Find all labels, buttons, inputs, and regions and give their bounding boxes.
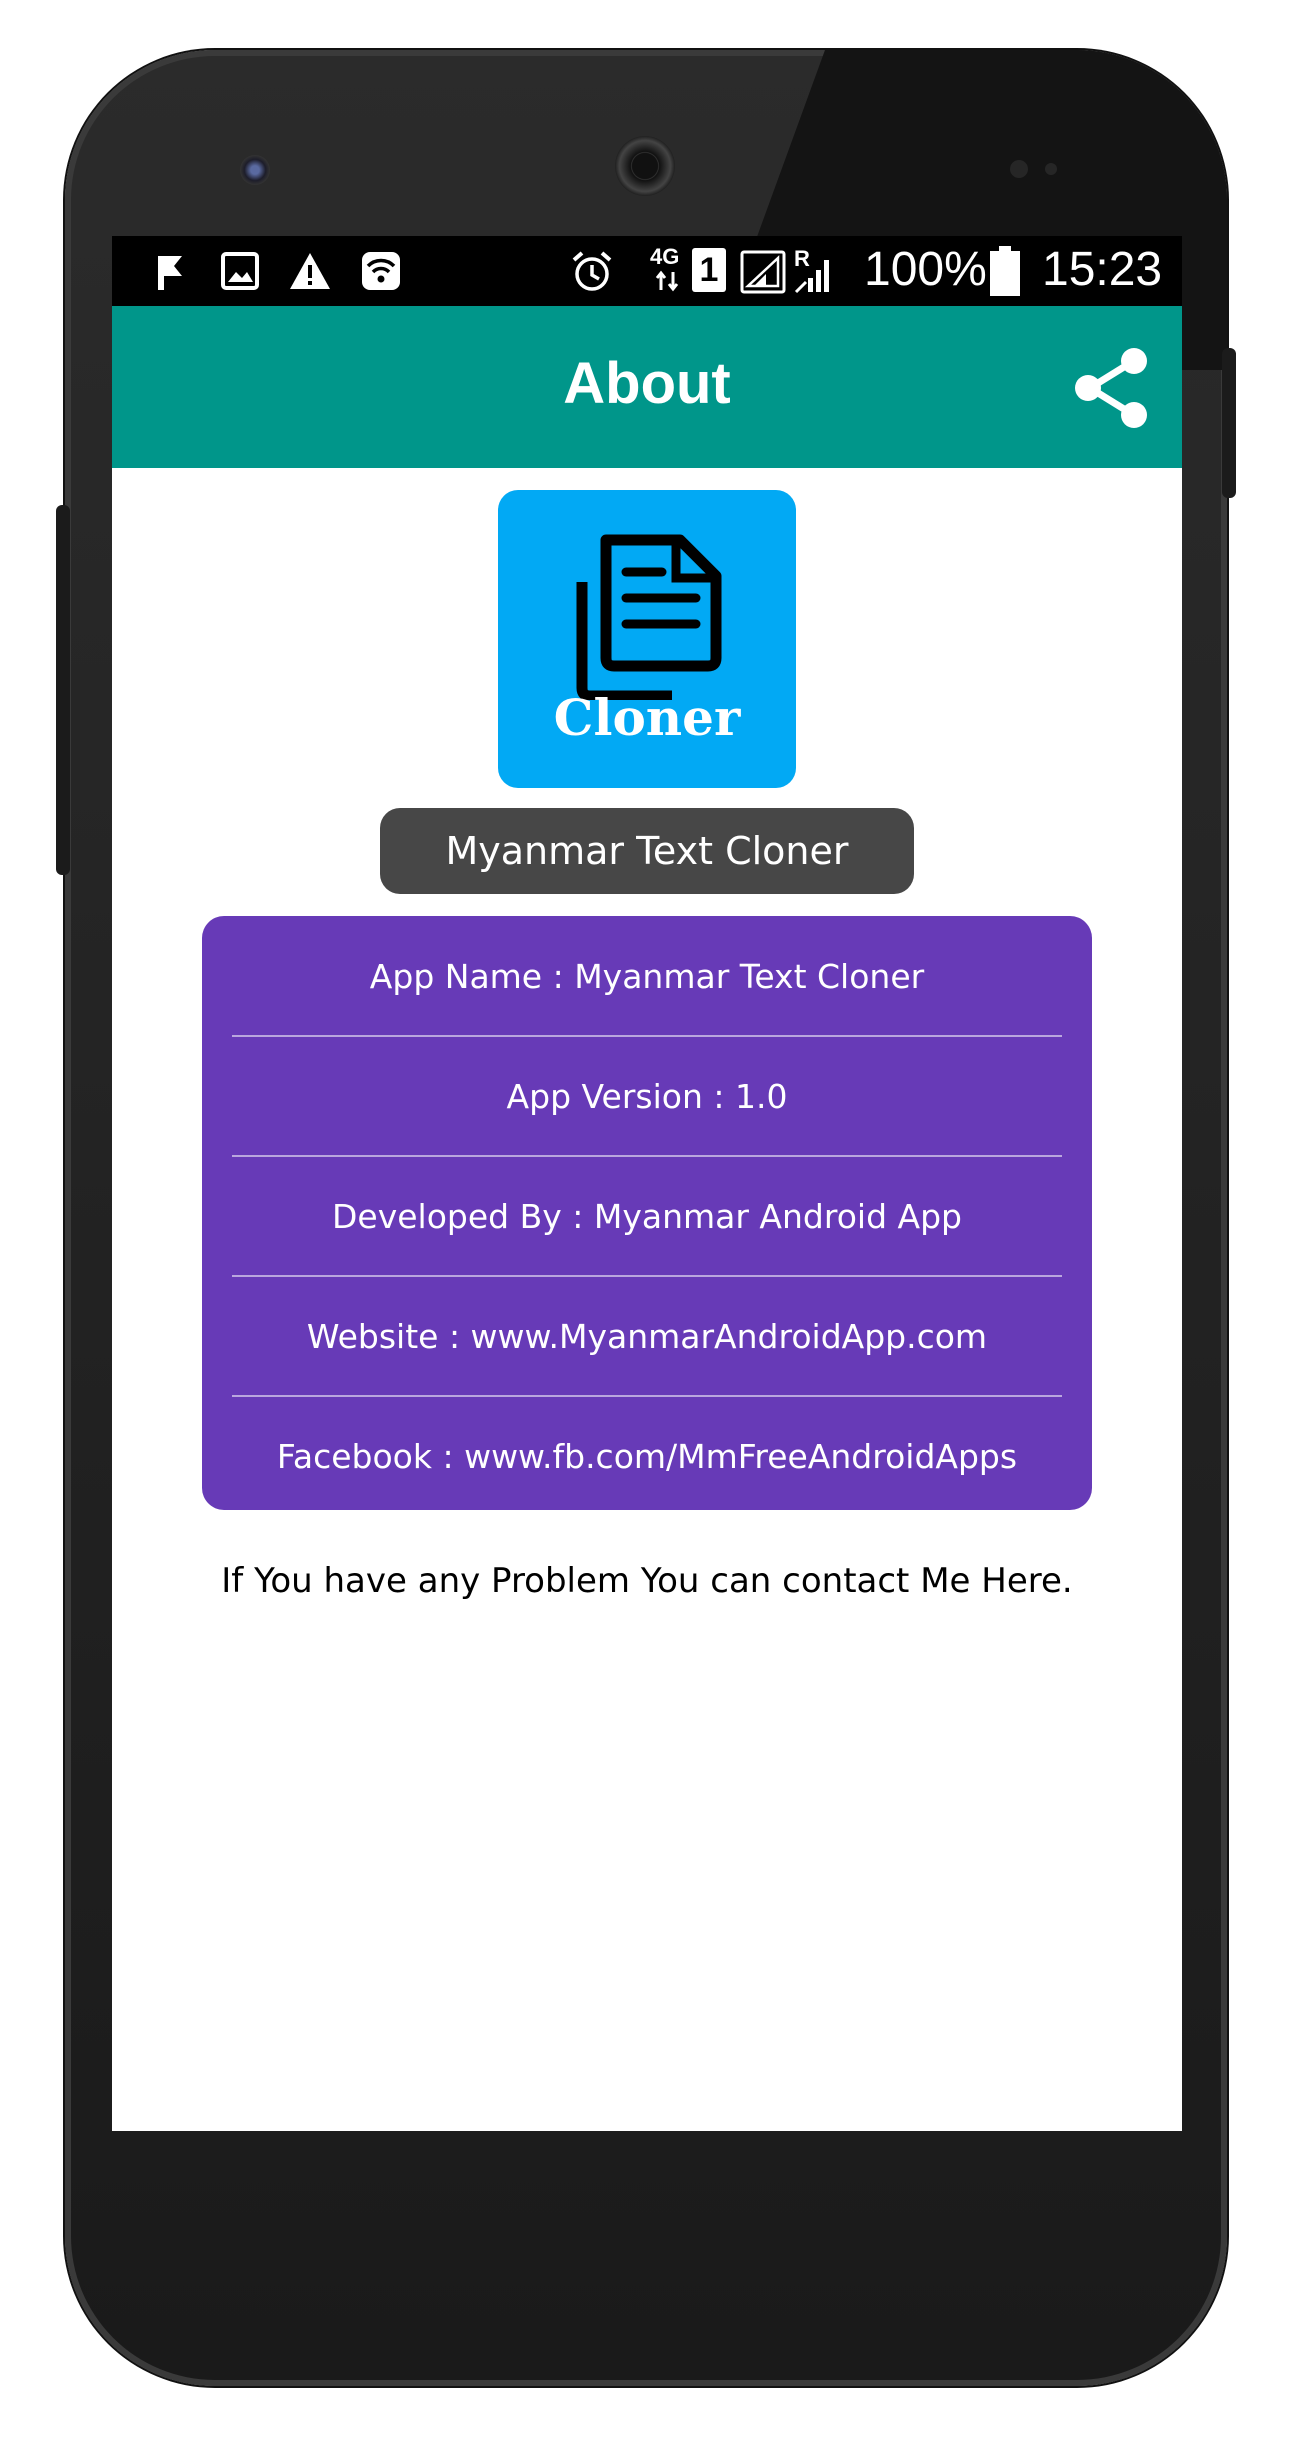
- app-info-card: App Name : Myanmar Text Cloner App Versi…: [202, 916, 1092, 1510]
- info-developer: Developed By : Myanmar Android App: [332, 1196, 962, 1236]
- signal-strength-2-icon: [794, 260, 829, 294]
- app-name-badge: Myanmar Text Cloner: [380, 808, 914, 894]
- network-type-label: 4G: [650, 244, 680, 269]
- info-app-name: App Name : Myanmar Text Cloner: [369, 956, 925, 996]
- alarm-icon: [572, 251, 612, 291]
- volume-button: [56, 505, 70, 875]
- signal-strength-icon: [740, 250, 786, 294]
- power-button: [1222, 348, 1236, 498]
- screen: 4G 1 R 100% 15:23 About Cloner Myanmar T…: [112, 236, 1182, 2131]
- front-camera: [240, 155, 270, 185]
- clock: 15:23: [1042, 243, 1163, 296]
- light-sensor: [1045, 163, 1057, 175]
- warning-icon: [290, 253, 330, 289]
- app-bar: About: [112, 306, 1182, 468]
- data-arrows-icon: [655, 270, 679, 292]
- document-copy-icon: [576, 534, 722, 700]
- info-app-version: App Version : 1.0: [506, 1076, 788, 1116]
- info-facebook-link[interactable]: Facebook : www.fb.com/MmFreeAndroidApps: [232, 1396, 1062, 1516]
- proximity-sensor: [1010, 160, 1028, 178]
- info-website-link[interactable]: Website : www.MyanmarAndroidApp.com: [232, 1276, 1062, 1396]
- share-icon[interactable]: [1072, 346, 1152, 430]
- wifi-hotspot-icon: [362, 252, 400, 290]
- image-notification-icon: [221, 252, 259, 290]
- app-logo: Cloner: [498, 490, 796, 788]
- logo-label: Cloner: [553, 688, 741, 747]
- battery-percent: 100%: [864, 243, 987, 296]
- contact-message[interactable]: If You have any Problem You can contact …: [112, 1561, 1182, 1601]
- flag-notification-icon: [158, 256, 182, 290]
- page-title: About: [563, 351, 731, 416]
- earpiece-speaker: [615, 136, 675, 196]
- status-bar: 4G 1 R 100% 15:23: [112, 236, 1182, 306]
- battery-icon: [990, 246, 1020, 296]
- sim-slot-badge: 1: [692, 248, 726, 292]
